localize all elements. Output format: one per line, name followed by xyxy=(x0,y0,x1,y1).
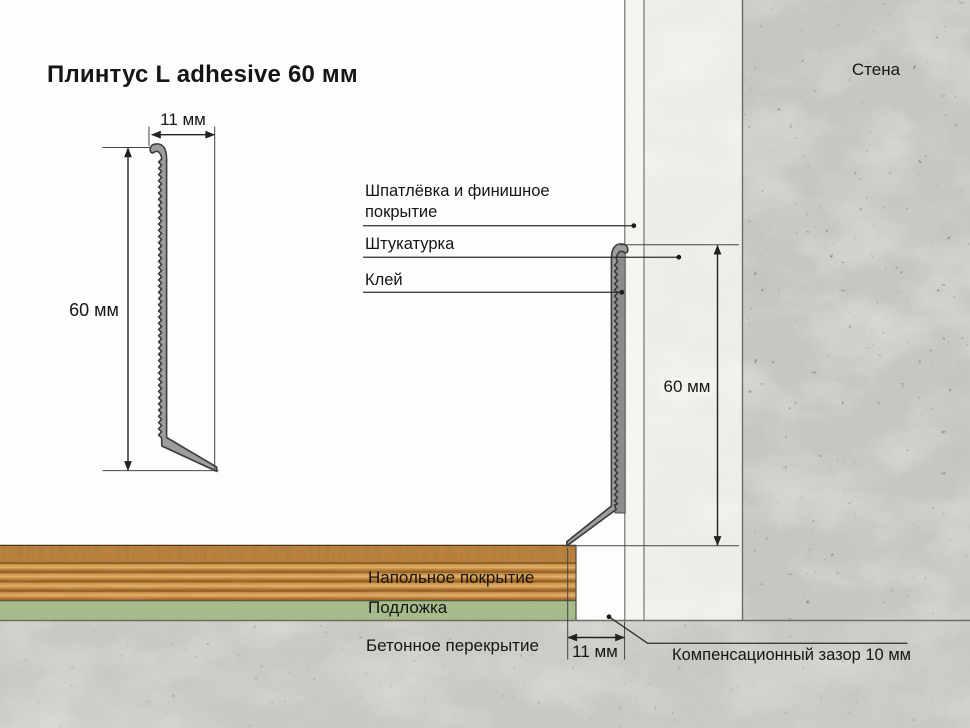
diagram-linework xyxy=(0,0,970,728)
skirting-profile-drawing xyxy=(150,144,216,472)
gap-label: Компенсационный зазор 10 мм xyxy=(672,645,911,665)
installed-skirting xyxy=(567,244,628,546)
wall-section xyxy=(625,0,970,621)
underlay-label: Подложка xyxy=(368,598,447,619)
skirting-installation-diagram: Плинтус L adhesive 60 мм 11 мм 60 мм 60 … xyxy=(0,0,970,728)
page-title: Плинтус L adhesive 60 мм xyxy=(47,60,358,89)
dim-label-profile-height: 60 мм xyxy=(62,300,126,322)
dim-label-installed-height: 60 мм xyxy=(659,377,715,398)
dim-label-profile-width: 11 мм xyxy=(151,110,215,131)
profile-drawing xyxy=(150,144,216,472)
wall-label: Стена xyxy=(845,60,907,81)
callout-plaster: Штукатурка xyxy=(365,234,454,254)
dim-label-installed-base: 11 мм xyxy=(564,642,626,663)
callout-putty: Шпатлёвка и финишное покрытие xyxy=(365,181,555,223)
slab-label: Бетонное перекрытие xyxy=(366,636,539,657)
floor-covering-label: Напольное покрытие xyxy=(368,568,534,589)
callout-glue: Клей xyxy=(365,270,403,290)
